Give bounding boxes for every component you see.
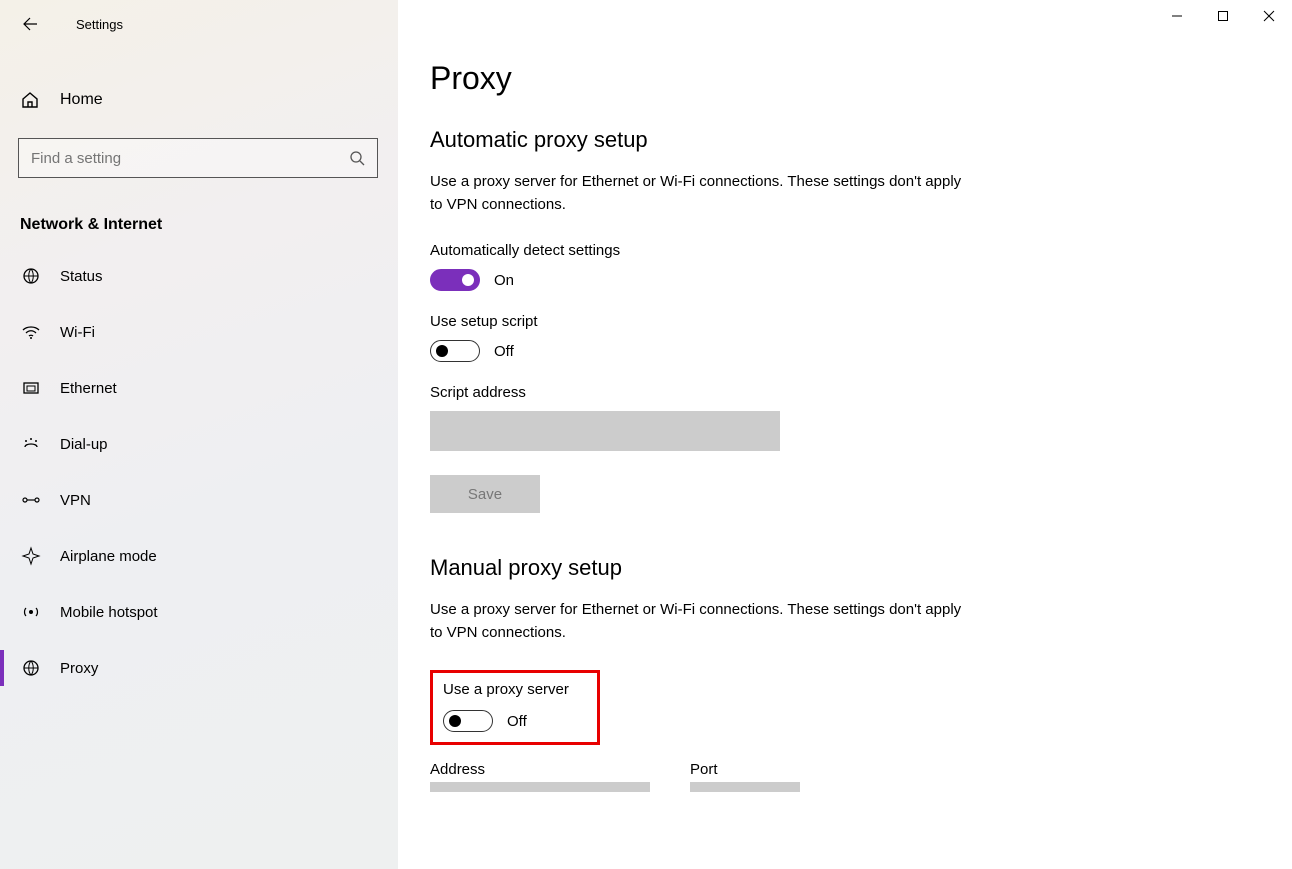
category-header: Network & Internet [20,216,378,234]
use-proxy-state: Off [507,713,527,730]
maximize-icon [1217,10,1229,22]
home-icon [20,90,42,110]
use-proxy-label: Use a proxy server [443,681,587,698]
sidebar: Settings Home Network & Internet Status … [0,0,398,869]
sidebar-item-hotspot[interactable]: Mobile hotspot [0,584,398,640]
app-title: Settings [76,17,123,32]
search-box[interactable] [18,138,378,178]
auto-section-description: Use a proxy server for Ethernet or Wi-Fi… [430,171,970,216]
sidebar-item-label: VPN [60,492,91,509]
sidebar-item-proxy[interactable]: Proxy [0,640,398,696]
use-proxy-toggle[interactable] [443,710,493,732]
manual-section-description: Use a proxy server for Ethernet or Wi-Fi… [430,599,970,644]
titlebar: Settings [0,10,398,38]
wifi-icon [20,321,42,343]
nav-list: Status Wi-Fi Ethernet Dial-up VPN [0,248,398,696]
arrow-left-icon [22,16,38,32]
setup-script-label: Use setup script [430,313,1252,330]
manual-address-label: Address [430,761,650,778]
sidebar-item-label: Ethernet [60,380,117,397]
sidebar-home[interactable]: Home [0,80,398,120]
page-title: Proxy [430,60,1252,97]
status-icon [20,265,42,287]
auto-detect-state: On [494,272,514,289]
sidebar-item-status[interactable]: Status [0,248,398,304]
minimize-button[interactable] [1154,0,1200,32]
home-label: Home [60,91,103,109]
sidebar-item-label: Mobile hotspot [60,604,158,621]
window-controls [1154,0,1292,32]
manual-section-title: Manual proxy setup [430,555,1252,581]
dialup-icon [20,433,42,455]
sidebar-item-label: Status [60,268,103,285]
sidebar-item-ethernet[interactable]: Ethernet [0,360,398,416]
search-icon [349,150,365,166]
setup-script-toggle[interactable] [430,340,480,362]
content-area: Proxy Automatic proxy setup Use a proxy … [398,0,1292,869]
auto-section-title: Automatic proxy setup [430,127,1252,153]
sidebar-item-wifi[interactable]: Wi-Fi [0,304,398,360]
sidebar-item-label: Airplane mode [60,548,157,565]
ethernet-icon [20,377,42,399]
search-input[interactable] [31,150,349,167]
close-icon [1263,10,1275,22]
auto-detect-toggle[interactable] [430,269,480,291]
sidebar-item-label: Wi-Fi [60,324,95,341]
sidebar-item-airplane[interactable]: Airplane mode [0,528,398,584]
back-button[interactable] [18,12,42,36]
script-address-input [430,411,780,451]
maximize-button[interactable] [1200,0,1246,32]
save-button: Save [430,475,540,513]
sidebar-item-dialup[interactable]: Dial-up [0,416,398,472]
auto-detect-label: Automatically detect settings [430,242,1252,259]
close-button[interactable] [1246,0,1292,32]
use-proxy-highlight: Use a proxy server Off [430,670,600,745]
hotspot-icon [20,601,42,623]
proxy-icon [20,657,42,679]
minimize-icon [1171,10,1183,22]
sidebar-item-label: Dial-up [60,436,108,453]
airplane-icon [20,545,42,567]
sidebar-item-vpn[interactable]: VPN [0,472,398,528]
vpn-icon [20,489,42,511]
script-address-label: Script address [430,384,1252,401]
manual-address-input [430,782,650,792]
sidebar-item-label: Proxy [60,660,98,677]
setup-script-state: Off [494,343,514,360]
manual-port-input [690,782,800,792]
manual-port-label: Port [690,761,800,778]
